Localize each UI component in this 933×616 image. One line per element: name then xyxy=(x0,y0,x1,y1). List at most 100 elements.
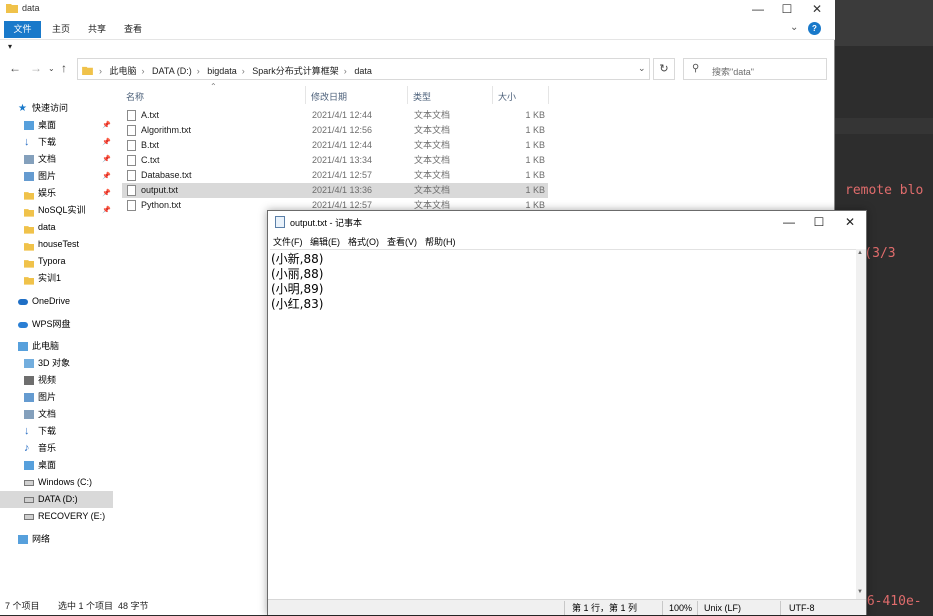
maximize-button[interactable]: ☐ xyxy=(772,0,802,18)
sidebar-item[interactable]: ↓ 下载 📌 xyxy=(0,134,113,151)
sidebar-item[interactable]: 图片 📌 xyxy=(0,168,113,185)
pin-icon: 📌 xyxy=(102,207,111,214)
sidebar-item-label: Typora xyxy=(38,256,66,266)
forward-arrow-icon[interactable]: → xyxy=(30,61,42,75)
sidebar-item[interactable]: 文档 📌 xyxy=(0,151,113,168)
sidebar-item-label: WPS网盘 xyxy=(32,319,71,329)
column-type[interactable]: 类型 xyxy=(413,90,431,103)
notepad-titlebar[interactable]: output.txt - 记事本 — ☐ ✕ xyxy=(268,211,866,233)
menu-file[interactable]: 文件(F) xyxy=(273,235,303,248)
scroll-down-icon[interactable]: ▼ xyxy=(857,589,863,595)
sidebar-item[interactable]: 视频 xyxy=(0,372,113,389)
breadcrumb-item[interactable]: bigdata xyxy=(207,66,237,76)
sidebar-item[interactable]: RECOVERY (E:) xyxy=(0,508,113,525)
sidebar-item[interactable]: 娱乐 📌 xyxy=(0,185,113,202)
file-row[interactable]: Algorithm.txt 2021/4/1 12:56 文本文档 1 KB xyxy=(122,123,548,138)
menu-format[interactable]: 格式(O) xyxy=(348,235,379,248)
help-icon[interactable]: ? xyxy=(808,22,821,35)
sidebar-item[interactable]: houseTest xyxy=(0,236,113,253)
column-divider[interactable] xyxy=(305,86,306,104)
menu-view[interactable]: 查看(V) xyxy=(387,235,417,248)
column-divider[interactable] xyxy=(407,86,408,104)
window-title: data xyxy=(22,3,40,13)
breadcrumb-item[interactable]: Spark分布式计算框架 xyxy=(252,66,339,76)
sidebar-item[interactable]: NoSQL实训 📌 xyxy=(0,202,113,219)
tab-file[interactable]: 文件 xyxy=(4,21,41,38)
download-icon: ↓ xyxy=(24,136,30,148)
column-divider[interactable] xyxy=(492,86,493,104)
breadcrumb-item[interactable]: data xyxy=(354,66,372,76)
file-type: 文本文档 xyxy=(414,170,451,180)
sidebar-item-label: 图片 xyxy=(38,171,57,181)
file-type: 文本文档 xyxy=(414,110,451,120)
menu-help[interactable]: 帮助(H) xyxy=(425,235,456,248)
column-size[interactable]: 大小 xyxy=(498,90,516,103)
folder-icon xyxy=(24,240,34,251)
refresh-button[interactable]: ↻ xyxy=(653,58,675,80)
sidebar-item[interactable]: data xyxy=(0,219,113,236)
vertical-scrollbar[interactable]: ▲ ▼ xyxy=(856,249,866,599)
file-row[interactable]: Database.txt 2021/4/1 12:57 文本文档 1 KB xyxy=(122,168,548,183)
sidebar-item[interactable]: WPS网盘 xyxy=(0,316,113,333)
document-icon xyxy=(24,155,34,164)
notepad-window: output.txt - 记事本 — ☐ ✕ 文件(F) 编辑(E) 格式(O)… xyxy=(267,210,867,615)
close-button[interactable]: ✕ xyxy=(802,0,832,18)
notepad-text-area[interactable]: (小新,88) (小丽,88) (小明,89) (小红,83) xyxy=(270,249,856,599)
tab-view[interactable]: 查看 xyxy=(118,21,148,38)
up-arrow-icon[interactable]: ↑ xyxy=(61,61,67,75)
sidebar-item[interactable]: ★ 快速访问 xyxy=(0,100,113,117)
column-date[interactable]: 修改日期 xyxy=(311,90,347,103)
quick-access-toolbar-dropdown[interactable]: ▾ xyxy=(8,42,12,51)
file-name: Algorithm.txt xyxy=(141,125,192,135)
recent-locations-icon[interactable]: ⌄ xyxy=(48,64,55,73)
folder-icon xyxy=(24,274,34,285)
breadcrumb-item[interactable]: DATA (D:) xyxy=(152,66,192,76)
sidebar-item[interactable]: 文档 xyxy=(0,406,113,423)
sidebar-item[interactable]: 3D 对象 xyxy=(0,355,113,372)
sidebar-item-label: 桌面 xyxy=(38,460,57,470)
sidebar-item[interactable]: 实训1 xyxy=(0,270,113,287)
chevron-down-icon[interactable]: ⌄ xyxy=(790,22,798,33)
sidebar-item[interactable]: 网络 xyxy=(0,531,113,548)
tab-share[interactable]: 共享 xyxy=(82,21,112,38)
chevron-down-icon[interactable]: ⌄ xyxy=(638,63,646,74)
maximize-button[interactable]: ☐ xyxy=(804,213,834,231)
sidebar-item[interactable]: 图片 xyxy=(0,389,113,406)
file-row[interactable]: A.txt 2021/4/1 12:44 文本文档 1 KB xyxy=(122,108,548,123)
explorer-titlebar[interactable]: data — ☐ ✕ xyxy=(0,0,835,18)
minimize-button[interactable]: — xyxy=(774,213,804,231)
file-row[interactable]: B.txt 2021/4/1 12:44 文本文档 1 KB xyxy=(122,138,548,153)
folder-icon xyxy=(24,189,34,200)
search-input[interactable]: ⚲ 搜索"data" xyxy=(683,58,827,80)
encoding: UTF-8 xyxy=(789,603,815,613)
breadcrumb-item[interactable]: 此电脑 xyxy=(110,66,137,76)
scroll-up-icon[interactable]: ▲ xyxy=(857,250,863,256)
sidebar-item[interactable]: ♪ 音乐 xyxy=(0,440,113,457)
back-arrow-icon[interactable]: ← xyxy=(9,61,21,75)
sidebar-item[interactable]: 此电脑 xyxy=(0,338,113,355)
sidebar-item-label: 音乐 xyxy=(38,443,57,453)
column-divider[interactable] xyxy=(548,86,549,104)
folder-icon xyxy=(82,66,93,75)
pin-icon: 📌 xyxy=(102,122,111,129)
sidebar-item[interactable]: 桌面 📌 xyxy=(0,117,113,134)
sidebar-item[interactable]: Windows (C:) xyxy=(0,474,113,491)
sidebar-item[interactable]: Typora xyxy=(0,253,113,270)
close-button[interactable]: ✕ xyxy=(835,213,865,231)
item-count: 7 个项目 xyxy=(5,601,40,611)
file-row[interactable]: C.txt 2021/4/1 13:34 文本文档 1 KB xyxy=(122,153,548,168)
refresh-icon: ↻ xyxy=(659,63,669,75)
minimize-button[interactable]: — xyxy=(743,0,773,18)
sidebar-item[interactable]: OneDrive xyxy=(0,293,113,310)
column-name[interactable]: 名称 xyxy=(126,90,144,103)
sidebar-item[interactable]: 桌面 xyxy=(0,457,113,474)
sidebar-item[interactable]: DATA (D:) xyxy=(0,491,113,508)
file-row[interactable]: output.txt 2021/4/1 13:36 文本文档 1 KB xyxy=(122,183,548,198)
cube-icon xyxy=(24,359,34,368)
menu-edit[interactable]: 编辑(E) xyxy=(310,235,340,248)
tab-home[interactable]: 主页 xyxy=(46,21,76,38)
document-icon xyxy=(24,410,34,419)
address-bar[interactable]: › 此电脑 › DATA (D:) › bigdata › Spark分布式计算框架 ›… xyxy=(77,58,650,80)
sidebar-item-label: 文档 xyxy=(38,154,57,164)
sidebar-item[interactable]: ↓ 下载 xyxy=(0,423,113,440)
